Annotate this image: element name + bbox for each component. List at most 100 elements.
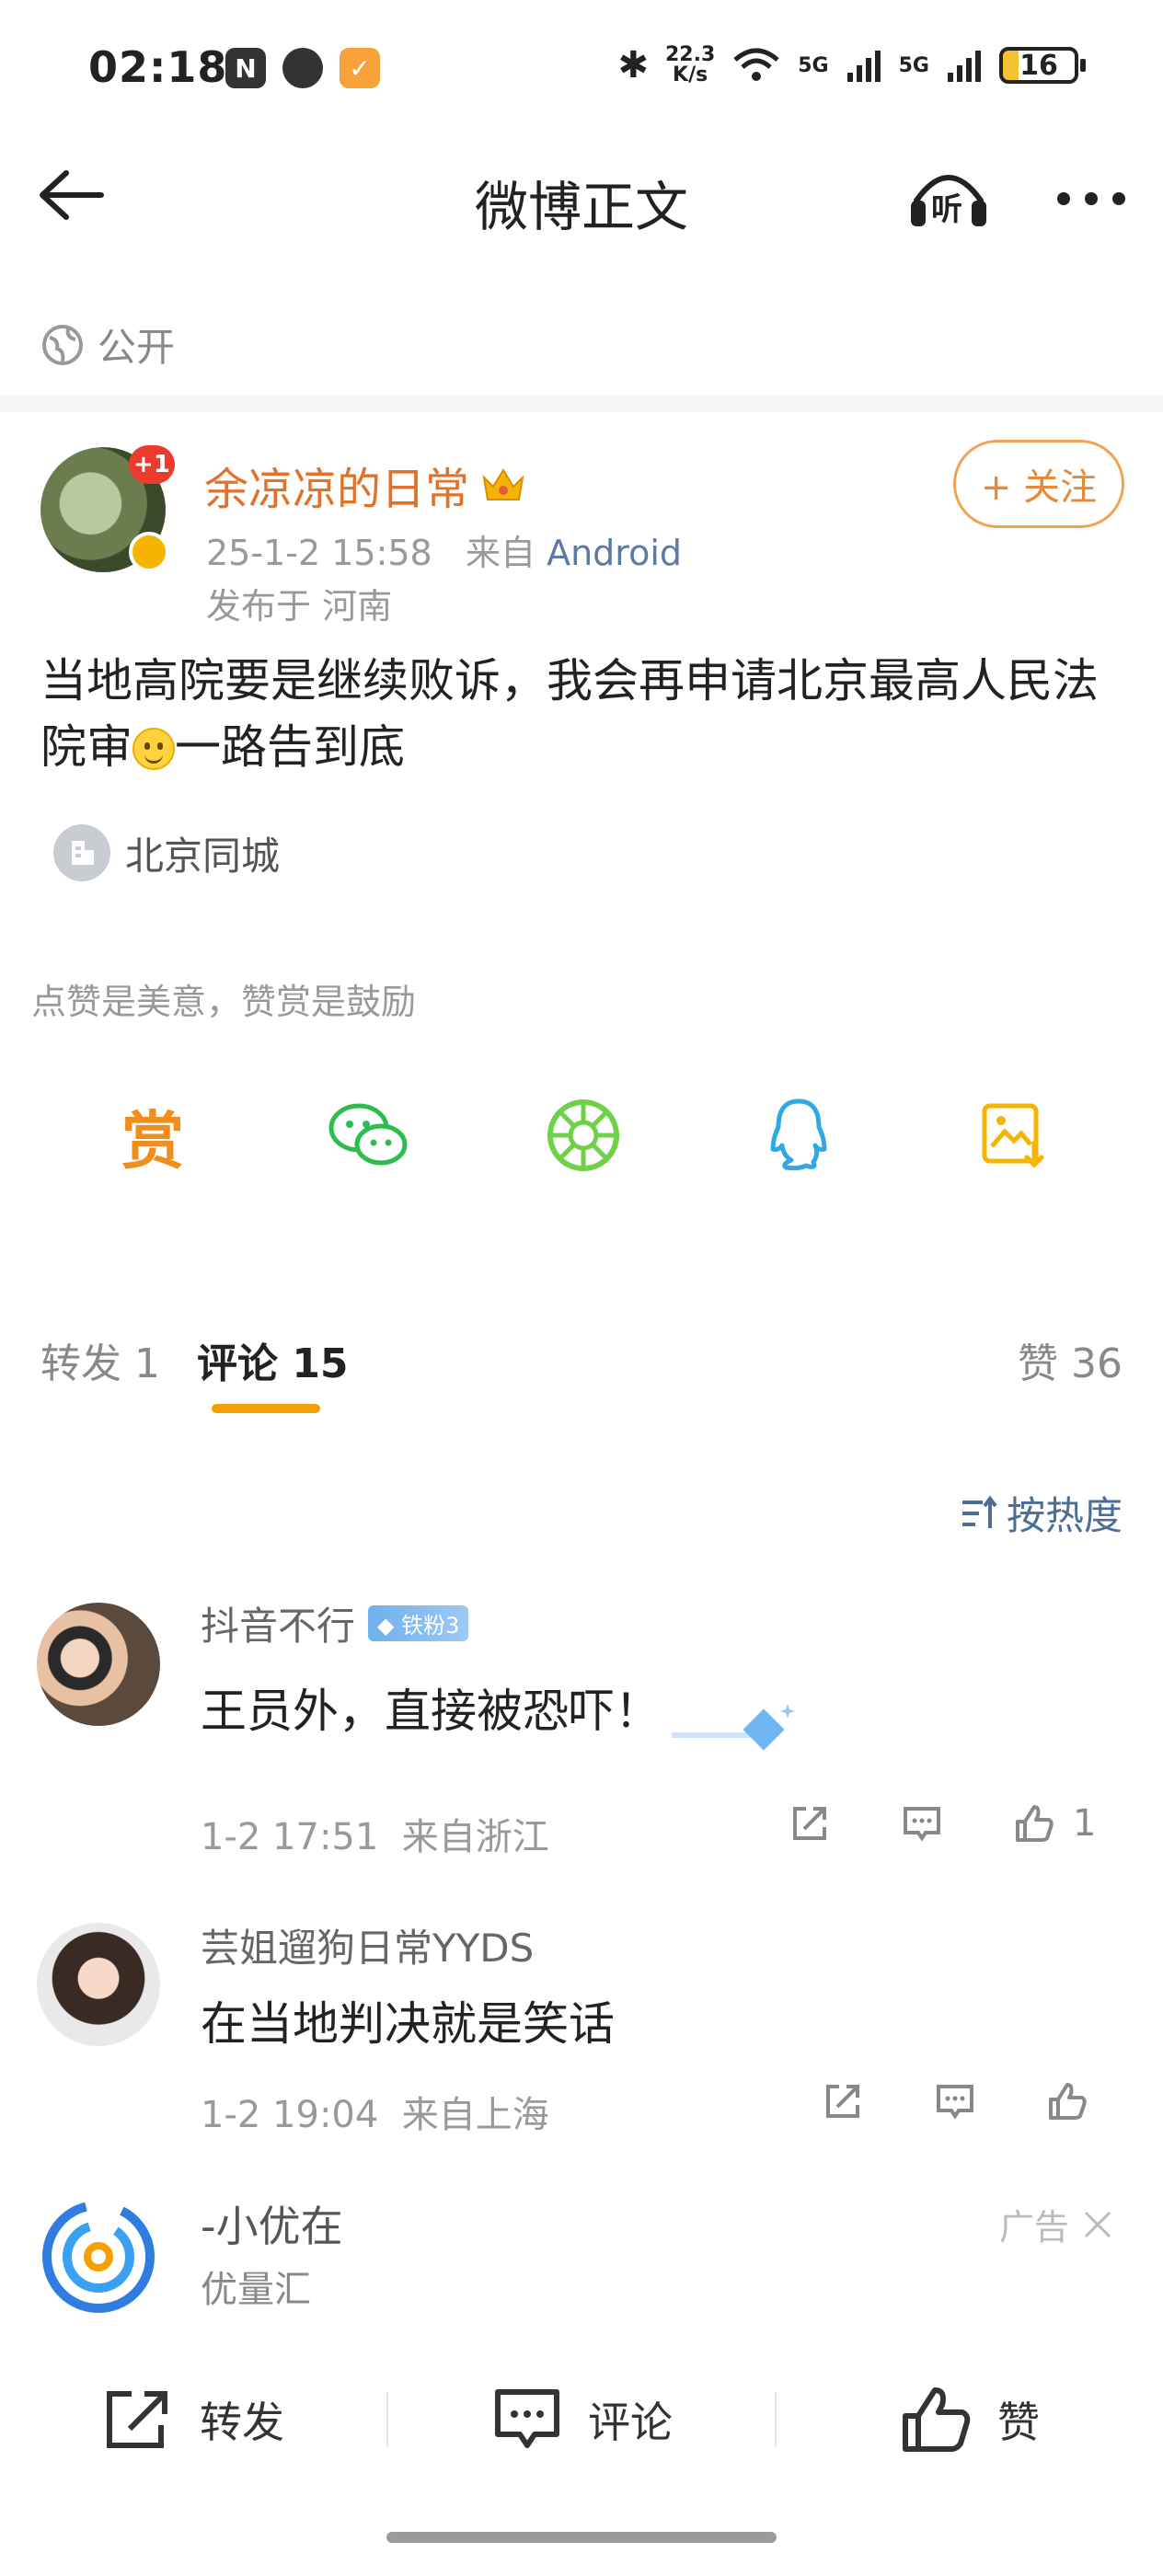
thumbs-up-icon [1016, 1805, 1054, 1842]
like-hint: 点赞是美意，赞赏是鼓励 [31, 982, 417, 1022]
comment-icon [495, 2389, 559, 2448]
more-icon[interactable] [1054, 188, 1128, 210]
ad-source: 优量汇 [201, 2269, 311, 2311]
comment-author[interactable]: 抖音不行 [201, 1595, 355, 1651]
listen-label: 听 [931, 191, 962, 228]
comment-avatar[interactable] [37, 1923, 160, 2046]
signal-1-icon [846, 51, 881, 82]
sort-icon [961, 1495, 997, 1528]
thumbs-up-icon[interactable] [1045, 2079, 1089, 2123]
toolbar-like-button[interactable]: 赞 [777, 2385, 1163, 2455]
sparkle-decoration-icon [672, 1704, 795, 1751]
tab-repost[interactable]: 转发 1 [40, 1330, 160, 1389]
comment-location: 来自上海 [401, 2094, 549, 2136]
visibility-label: 公开 [98, 325, 176, 370]
comment-author[interactable]: 芸姐遛狗日常YYDS [201, 1917, 534, 1973]
location-tag[interactable]: 北京同城 [53, 824, 280, 881]
comment-icon[interactable] [900, 1801, 944, 1846]
alarm-icon [282, 48, 323, 88]
comment-like-count: 1 [1073, 1802, 1097, 1845]
signal-1-label: 5G [798, 53, 829, 77]
sort-label: 按热度 [1006, 1493, 1123, 1538]
building-icon [53, 824, 110, 881]
comment-meta: 1-2 19:04 来自上海 [201, 2085, 549, 2138]
thumbs-up-icon [903, 2387, 971, 2452]
active-tab-indicator [212, 1404, 320, 1413]
moments-icon [547, 1099, 619, 1171]
comment-time: 1-2 17:51 [201, 1816, 379, 1858]
ad-logo-icon[interactable] [40, 2199, 156, 2315]
close-icon[interactable] [1082, 2209, 1113, 2240]
share-wechat-button[interactable] [324, 1091, 412, 1179]
comment-meta: 1-2 17:51 来自浙江 [201, 1807, 549, 1860]
toolbar-comment-label: 评论 [588, 2398, 673, 2447]
comment-like-button[interactable]: 1 [1012, 1801, 1096, 1846]
post-location-prefix: 发布于 [206, 586, 312, 627]
author-name[interactable]: 余凉凉的日常 [204, 453, 469, 517]
toolbar-repost-button[interactable]: 转发 [0, 2386, 386, 2453]
status-notification-icons: N ✓ [225, 48, 380, 88]
wifi-icon [733, 48, 779, 81]
status-time: 02:18 [88, 42, 228, 92]
fan-badge-label: 铁粉3 [401, 1613, 460, 1639]
comment-text: 在当地判决就是笑话 [201, 1997, 615, 2051]
sort-toggle[interactable]: 按热度 [959, 1485, 1123, 1541]
comment-icon[interactable] [933, 2079, 977, 2123]
reward-button[interactable]: 赏 [109, 1091, 197, 1179]
share-moments-button[interactable] [539, 1091, 628, 1179]
save-image-button[interactable] [970, 1091, 1058, 1179]
toolbar-repost-label: 转发 [200, 2398, 284, 2447]
author-name-row[interactable]: 余凉凉的日常 [204, 453, 526, 517]
post-text-part2: 一路告到底 [175, 720, 405, 774]
share-row: 赏 [40, 1091, 1126, 1179]
status-right-group: ✱ 22.3 K/s 5G 5G 16 [617, 44, 1086, 86]
comment-text: 王员外，直接被恐吓！ [201, 1685, 661, 1738]
post-meta: 25-1-2 15:58 来自 Android [206, 524, 682, 575]
comment-author-row: 芸姐遛狗日常YYDS [201, 1917, 534, 1973]
section-divider [0, 396, 1163, 412]
follow-button[interactable]: + 关注 [953, 440, 1124, 528]
ad-name[interactable]: -小优在 [201, 2193, 343, 2254]
network-speed-value: 22.3 [664, 43, 716, 66]
verified-badge-icon [129, 532, 169, 572]
toolbar-comment-button[interactable]: 评论 [388, 2386, 775, 2453]
post-location-meta: 发布于 河南 [206, 578, 392, 628]
signal-2-label: 5G [898, 53, 929, 77]
nfc-icon: N [225, 48, 266, 88]
ad-tag: 广告 [999, 2199, 1113, 2249]
battery-icon: 16 [999, 47, 1086, 84]
repost-icon[interactable] [821, 2079, 865, 2123]
battery-level: 16 [1019, 49, 1058, 82]
avatar-badge: +1 [129, 445, 175, 484]
network-speed-unit: K/s [673, 63, 708, 86]
post-region: 河南 [322, 586, 393, 627]
globe-icon [42, 324, 83, 365]
comment-actions [821, 2079, 1089, 2123]
member-crown-icon [482, 468, 524, 500]
reward-icon: 赏 [121, 1105, 184, 1179]
home-indicator[interactable] [386, 2532, 777, 2543]
share-qq-button[interactable] [754, 1091, 843, 1179]
post-source[interactable]: Android [547, 533, 682, 573]
post-source-prefix: 来自 [465, 533, 535, 573]
listen-button[interactable]: 听 [907, 164, 990, 234]
save-image-icon [982, 1103, 1044, 1168]
repost-icon[interactable] [788, 1801, 832, 1846]
bottom-toolbar: 转发 评论 赞 [0, 2361, 1163, 2478]
comment-location: 来自浙江 [401, 1816, 549, 1858]
visibility-row: 公开 [40, 316, 175, 373]
fan-badge: ◆ 铁粉3 [368, 1605, 469, 1641]
tab-comment[interactable]: 评论 15 [197, 1330, 349, 1389]
app-notification-icon: ✓ [340, 48, 380, 88]
network-speed: 22.3 K/s [665, 45, 715, 86]
comment-avatar[interactable] [37, 1603, 160, 1726]
bluetooth-icon: ✱ [617, 44, 649, 86]
tab-like[interactable]: 赞 36 [1018, 1330, 1123, 1389]
post-date: 25-1-2 15:58 [206, 533, 432, 573]
smile-emoji-icon [132, 728, 175, 770]
wechat-icon [328, 1103, 408, 1166]
repost-icon [107, 2391, 167, 2448]
comment-author-row: 抖音不行 ◆ 铁粉3 [201, 1595, 469, 1651]
location-tag-label: 北京同城 [125, 833, 281, 879]
ad-label: 广告 [998, 2207, 1069, 2248]
